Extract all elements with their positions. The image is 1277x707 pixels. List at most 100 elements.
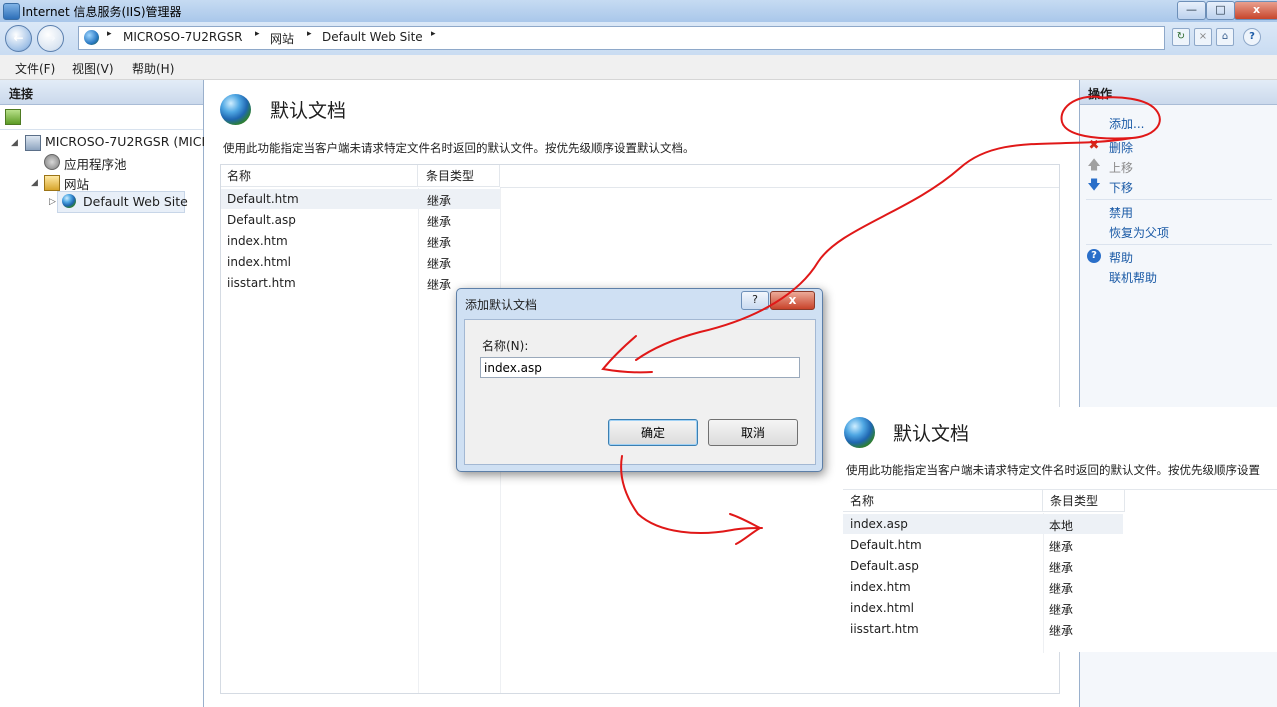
result-row-name: iisstart.htm [850, 622, 919, 636]
result-row-name: Default.htm [850, 538, 922, 552]
default-document-icon [220, 94, 251, 125]
result-title: 默认文档 [893, 423, 970, 445]
table-row-name[interactable]: index.htm [227, 234, 288, 248]
result-row-type: 继承 [1049, 561, 1074, 575]
maximize-button[interactable]: □ [1206, 1, 1235, 20]
tree-app-pools[interactable]: 应用程序池 [64, 154, 127, 173]
dialog-body: 名称(N): 确定 取消 [464, 319, 816, 465]
table-row-name[interactable]: Default.asp [227, 213, 296, 227]
help-icon[interactable]: ? [1243, 28, 1261, 46]
server-icon [25, 135, 41, 151]
dialog-close-button[interactable]: x [770, 291, 815, 310]
action-add[interactable]: 添加... [1109, 115, 1144, 132]
actions-header-label: 操作 [1088, 87, 1113, 101]
column-divider [1043, 513, 1044, 653]
site-globe-icon [62, 194, 76, 208]
connections-toolbar [0, 105, 203, 130]
crumb-separator: ▸ [431, 29, 436, 39]
page-description: 使用此功能指定当客户端未请求特定文件名时返回的默认文件。按优先级顺序设置默认文档… [223, 141, 695, 155]
result-row-name: index.html [850, 601, 914, 615]
table-row-name[interactable]: Default.htm [227, 192, 299, 206]
dialog-title: 添加默认文档 [465, 298, 538, 312]
title-bar: Internet 信息服务(IIS)管理器 — □ x [0, 0, 1277, 23]
cancel-button[interactable]: 取消 [708, 419, 798, 446]
table-row-name[interactable]: iisstart.htm [227, 276, 296, 290]
page-title: 默认文档 [270, 100, 347, 122]
connections-header: 连接 [0, 80, 203, 105]
result-column-entry-type: 条目类型 [1043, 490, 1125, 512]
stop-icon[interactable]: × [1194, 28, 1212, 46]
refresh-icon[interactable]: ↻ [1172, 28, 1190, 46]
dialog-help-button[interactable]: ? [741, 291, 769, 310]
table-row-name[interactable]: index.html [227, 255, 291, 269]
menu-view[interactable]: 视图(V) [72, 60, 114, 77]
minimize-button[interactable]: — [1177, 1, 1206, 20]
result-row-name: Default.asp [850, 559, 919, 573]
column-name[interactable]: 名称 [221, 165, 418, 187]
forward-button[interactable]: → [37, 25, 64, 52]
menu-bar: 文件(F) 视图(V) 帮助(H) [0, 55, 1277, 80]
crumb-separator: ▸ [255, 29, 260, 39]
crumb-default-site[interactable]: Default Web Site [322, 30, 423, 44]
collapse-sites-icon[interactable]: ◢ [31, 178, 38, 188]
table-row-type: 继承 [427, 257, 452, 271]
crumb-server[interactable]: MICROSO-7U2RGSR [123, 30, 242, 44]
result-row-type: 本地 [1049, 519, 1074, 533]
close-button[interactable]: x [1234, 1, 1277, 20]
column-filler [500, 165, 1059, 188]
name-label: 名称(N): [482, 339, 529, 353]
arrow-down-icon: 🡇 [1087, 178, 1101, 193]
crumb-separator: ▸ [307, 29, 312, 39]
name-input[interactable] [480, 357, 800, 378]
tree-server[interactable]: MICROSO-7U2RGSR (MICF [45, 134, 209, 149]
result-description: 使用此功能指定当客户端未请求特定文件名时返回的默认文件。按优先级顺序设置 [846, 463, 1260, 477]
action-help[interactable]: 帮助 [1109, 249, 1133, 266]
add-default-document-dialog: 添加默认文档 ? x 名称(N): 确定 取消 [456, 288, 823, 472]
action-revert[interactable]: 恢复为父项 [1109, 224, 1169, 241]
result-row-type: 继承 [1049, 624, 1074, 638]
address-bar: ← → ▸ MICROSO-7U2RGSR ▸ 网站 ▸ Default Web… [0, 22, 1277, 55]
tree-default-site[interactable]: Default Web Site [83, 194, 188, 209]
action-move-up[interactable]: 上移 [1109, 159, 1133, 176]
delete-icon: ✖ [1088, 138, 1100, 153]
action-online-help[interactable]: 联机帮助 [1109, 269, 1157, 286]
breadcrumb[interactable]: ▸ MICROSO-7U2RGSR ▸ 网站 ▸ Default Web Sit… [78, 26, 1165, 50]
column-entry-type[interactable]: 条目类型 [418, 165, 500, 187]
table-row-type: 继承 [427, 194, 452, 208]
ok-button[interactable]: 确定 [608, 419, 698, 446]
collapse-server-icon[interactable]: ◢ [11, 138, 18, 148]
menu-file[interactable]: 文件(F) [15, 60, 55, 77]
arrow-left-icon: ← [13, 31, 24, 45]
actions-divider [1086, 199, 1272, 200]
action-disable[interactable]: 禁用 [1109, 204, 1133, 221]
iis-app-icon [3, 3, 20, 20]
menu-help[interactable]: 帮助(H) [132, 60, 174, 77]
table-row-type: 继承 [427, 278, 452, 292]
result-document-list: 名称 条目类型 index.asp 本地 Default.htm 继承 Defa… [843, 489, 1277, 653]
window-title: Internet 信息服务(IIS)管理器 [22, 5, 182, 19]
table-row-type: 继承 [427, 215, 452, 229]
arrow-up-icon: 🡅 [1087, 158, 1101, 173]
result-row-name: index.asp [850, 517, 908, 531]
back-button[interactable]: ← [5, 25, 32, 52]
globe-icon [84, 30, 99, 45]
action-remove[interactable]: 删除 [1109, 139, 1133, 156]
arrow-right-icon: → [45, 31, 56, 45]
connections-header-label: 连接 [9, 87, 34, 101]
result-column-name: 名称 [843, 490, 1043, 512]
app-pool-icon [44, 154, 60, 170]
expand-site-icon[interactable]: ▷ [49, 197, 56, 207]
connect-icon[interactable] [5, 109, 21, 125]
result-row-type: 继承 [1049, 540, 1074, 554]
result-preview: 默认文档 使用此功能指定当客户端未请求特定文件名时返回的默认文件。按优先级顺序设… [843, 407, 1277, 653]
connections-panel: 连接 ◢ MICROSO-7U2RGSR (MICF 应用程序池 ◢ 网站 ▷ … [0, 80, 209, 707]
action-move-down[interactable]: 下移 [1109, 179, 1133, 196]
result-row-type: 继承 [1049, 603, 1074, 617]
sites-folder-icon [44, 175, 60, 191]
actions-header: 操作 [1080, 80, 1277, 105]
crumb-sites[interactable]: 网站 [270, 30, 294, 47]
result-row-name: index.htm [850, 580, 911, 594]
actions-divider [1086, 244, 1272, 245]
help-circle-icon: ? [1087, 249, 1101, 263]
home-icon[interactable]: ⌂ [1216, 28, 1234, 46]
